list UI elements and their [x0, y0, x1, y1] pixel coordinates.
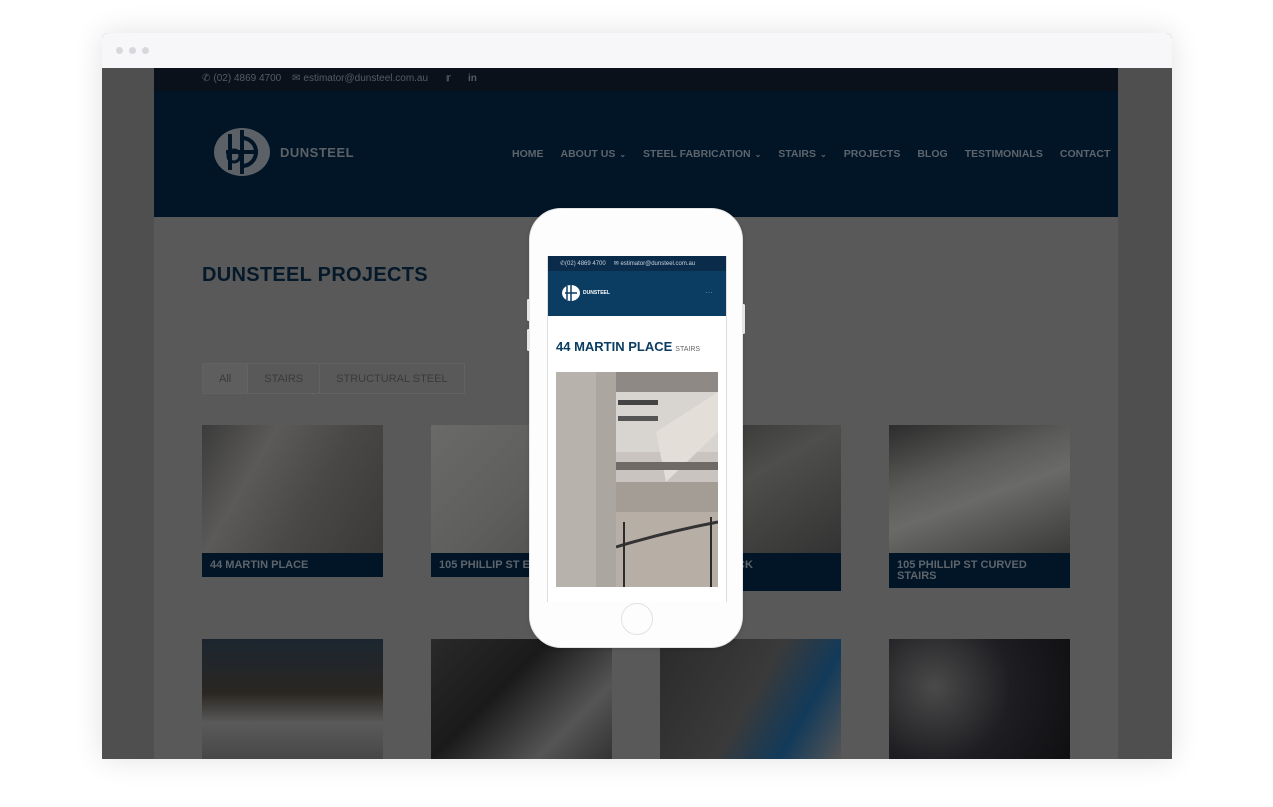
project-thumbnail	[889, 639, 1070, 759]
filter-stairs[interactable]: STAIRS	[248, 364, 321, 393]
project-card-atrium[interactable]	[660, 639, 841, 759]
chevron-down-icon: ⌄	[754, 149, 762, 159]
dunsteel-logo-icon	[214, 128, 270, 176]
project-category: STAIRS	[675, 346, 701, 353]
phone-home-button[interactable]	[621, 603, 653, 635]
mobile-email-link[interactable]: ✉ estimator@dunsteel.com.au	[614, 260, 696, 267]
nav-steel-fabrication[interactable]: STEEL FABRICATION ⌄	[643, 148, 761, 160]
nav-projects[interactable]: PROJECTS	[844, 148, 901, 160]
nav-contact[interactable]: CONTACT	[1060, 148, 1111, 160]
project-card-44-martin-place[interactable]: 44 MARTIN PLACE	[202, 425, 383, 577]
phone-link[interactable]: ✆ (02) 4869 4700	[202, 73, 281, 84]
phone-volume-button	[527, 329, 530, 351]
mobile-header: DUNSTEEL ⋯	[548, 271, 726, 316]
browser-title-bar	[102, 33, 1172, 68]
linkedin-icon[interactable]: in	[468, 73, 477, 84]
twitter-icon[interactable]: 𝕣	[446, 73, 451, 84]
page-margin-left	[102, 68, 154, 759]
window-close-button[interactable]	[116, 47, 123, 54]
project-caption: 44 MARTIN PLACE	[202, 553, 383, 577]
menu-icon[interactable]: ⋯	[705, 288, 714, 297]
envelope-icon: ✉	[292, 73, 301, 84]
nav-stairs[interactable]: STAIRS ⌄	[778, 148, 826, 160]
project-thumbnail	[889, 425, 1070, 553]
filter-all[interactable]: All	[203, 364, 249, 393]
project-thumbnail	[202, 425, 383, 553]
project-filter-tabs: All STAIRS STRUCTURAL STEEL	[202, 363, 465, 394]
filter-structural-steel[interactable]: STRUCTURAL STEEL	[320, 364, 463, 393]
page-title: DUNSTEEL PROJECTS	[202, 264, 428, 286]
project-card-steel-stairs[interactable]	[431, 639, 612, 759]
phone-icon: ✆	[202, 73, 211, 84]
mobile-top-bar: ✆(02) 4869 4700 ✉ estimator@dunsteel.com…	[548, 256, 726, 271]
page-margin-right	[1118, 68, 1172, 759]
main-nav: HOME ABOUT US ⌄ STEEL FABRICATION ⌄ STAIRS…	[512, 148, 1110, 160]
window-minimize-button[interactable]	[129, 47, 136, 54]
phone-power-button	[742, 304, 745, 334]
site-header: DUNSTEEL HOME ABOUT US ⌄ STEEL FABRICATIO…	[154, 91, 1118, 217]
top-contact-bar: ✆ (02) 4869 4700 ✉ estimator@dunsteel.co…	[154, 68, 1118, 91]
project-thumbnail	[202, 639, 383, 759]
project-thumbnail	[431, 639, 612, 759]
project-caption: 105 PHILLIP ST CURVED STAIRS	[889, 553, 1070, 588]
nav-about-us[interactable]: ABOUT US ⌄	[561, 148, 627, 160]
mobile-phone-link[interactable]: ✆(02) 4869 4700	[560, 260, 606, 267]
project-card-105-phillip-st-curved-stairs[interactable]: 105 PHILLIP ST CURVED STAIRS	[889, 425, 1070, 588]
nav-home[interactable]: HOME	[512, 148, 544, 160]
phone-screen: ✆(02) 4869 4700 ✉ estimator@dunsteel.com…	[547, 256, 727, 602]
nav-blog[interactable]: BLOG	[917, 148, 947, 160]
email-link[interactable]: ✉ estimator@dunsteel.com.au	[292, 73, 428, 84]
chevron-down-icon: ⌄	[619, 149, 627, 159]
project-card-pandanus[interactable]	[202, 639, 383, 759]
chevron-down-icon: ⌄	[820, 149, 827, 159]
mobile-logo[interactable]: DUNSTEEL	[561, 284, 610, 302]
phone-volume-button	[527, 299, 530, 321]
window-maximize-button[interactable]	[142, 47, 149, 54]
phone-mockup: ✆(02) 4869 4700 ✉ estimator@dunsteel.com…	[527, 208, 745, 648]
nav-testimonials[interactable]: TESTIMONIALS	[965, 148, 1043, 160]
site-logo[interactable]: DUNSTEEL	[212, 126, 354, 178]
project-hero-image	[556, 372, 719, 587]
project-thumbnail	[660, 639, 841, 759]
dunsteel-logo-icon	[562, 285, 580, 301]
mobile-project-title: 44 MARTIN PLACE STAIRS	[556, 339, 701, 354]
project-card-spiral-stairs[interactable]	[889, 639, 1070, 759]
